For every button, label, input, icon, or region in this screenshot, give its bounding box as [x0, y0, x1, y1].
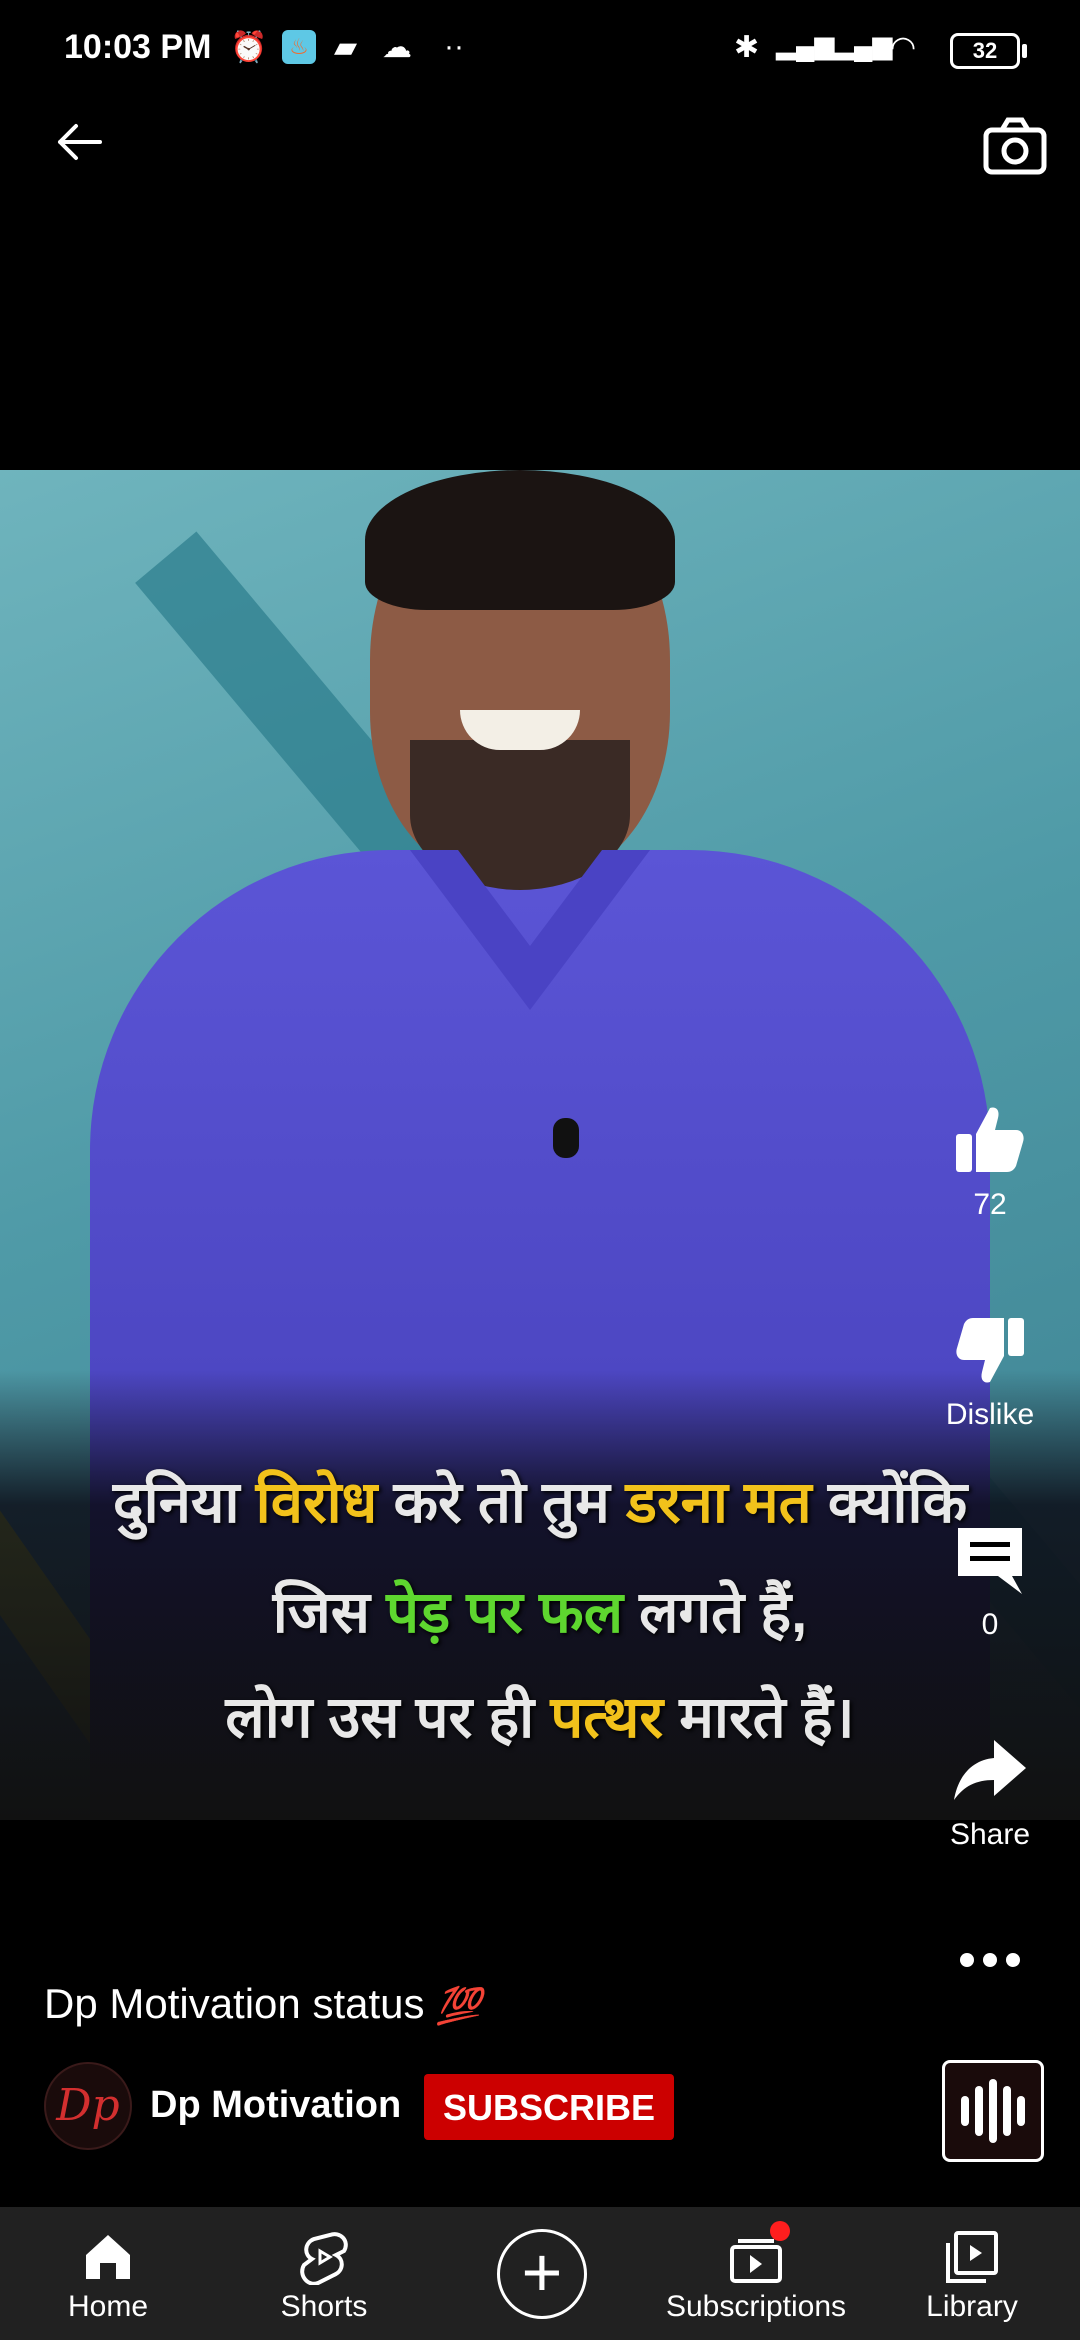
nav-shorts[interactable]: Shorts	[216, 2207, 432, 2340]
comments-button[interactable]: 0	[930, 1520, 1050, 1642]
nav-home[interactable]: Home	[0, 2207, 216, 2340]
back-arrow-icon	[58, 124, 102, 160]
app-notification-icon: ♨	[282, 30, 316, 64]
alarm-icon: ⏰	[230, 31, 268, 64]
wifi-icon: ◠	[890, 31, 917, 64]
signal-icon: ▂▄▆	[776, 30, 835, 60]
camera-icon	[983, 117, 1047, 175]
signal-roaming-icon: ▂▄▆	[834, 30, 893, 60]
channel-name[interactable]: Dp Motivation	[150, 2084, 401, 2127]
sound-wave-icon	[961, 2096, 969, 2126]
share-label: Share	[949, 1818, 1031, 1851]
camera-button[interactable]	[980, 112, 1050, 182]
library-icon	[946, 2231, 998, 2283]
back-button[interactable]	[50, 112, 110, 172]
bluetooth-icon: ✱	[734, 31, 760, 64]
status-bar: 10:03 PM ⏰ ♨ ▰ ☁ ·· ✱ ▂▄▆ ▂▄▆ ◠ 32	[0, 0, 1080, 100]
like-button[interactable]: 72	[930, 1100, 1050, 1222]
video-title[interactable]: Dp Motivation status 💯	[44, 1980, 481, 2028]
comment-count: 0	[981, 1608, 999, 1641]
like-count: 72	[973, 1188, 1007, 1221]
share-arrow-icon	[954, 1740, 1026, 1800]
plus-icon: +	[521, 2233, 563, 2311]
nav-home-label: Home	[67, 2290, 149, 2323]
nav-library[interactable]: Library	[864, 2207, 1080, 2340]
thumbs-down-icon	[956, 1318, 1024, 1383]
more-dots-icon: ··	[444, 30, 464, 63]
more-options-button[interactable]	[955, 1940, 1025, 1980]
caption-line-3: लोग उस पर ही पत्थर मारते हैं।	[225, 1685, 855, 1750]
nav-subscriptions-label: Subscriptions	[665, 2290, 847, 2323]
nav-library-label: Library	[926, 2290, 1018, 2323]
home-icon	[86, 2235, 130, 2279]
thumbs-up-icon	[956, 1107, 1024, 1172]
video-player[interactable]: दुनिया विरोध करे तो तुम डरना मत क्योंकि …	[0, 470, 1080, 1820]
cloud-icon: ☁	[382, 31, 412, 64]
comment-icon	[958, 1528, 1022, 1594]
notification-dot	[770, 2221, 790, 2241]
audio-sound-button[interactable]	[942, 2060, 1044, 2162]
caption-line-1: दुनिया विरोध करे तो तुम डरना मत क्योंकि	[112, 1470, 968, 1535]
subscribe-button[interactable]: SUBSCRIBE	[424, 2074, 674, 2140]
dislike-label: Dislike	[945, 1398, 1035, 1431]
hundred-points-emoji: 💯	[436, 1985, 482, 2026]
more-horizontal-icon	[960, 1953, 1020, 1967]
message-icon: ▰	[334, 31, 358, 64]
share-button[interactable]: Share	[930, 1730, 1050, 1852]
lapel-mic	[553, 1118, 579, 1158]
shorts-icon	[300, 2232, 348, 2286]
person-hair	[365, 470, 675, 610]
nav-shorts-label: Shorts	[280, 2290, 368, 2323]
battery-indicator: 32	[950, 33, 1027, 69]
dislike-button[interactable]: Dislike	[930, 1310, 1050, 1432]
caption-line-2: जिस पेड़ पर फल लगते हैं,	[272, 1580, 808, 1645]
nav-subscriptions[interactable]: Subscriptions	[648, 2207, 864, 2340]
status-time: 10:03 PM	[64, 28, 212, 66]
create-button[interactable]: +	[497, 2229, 587, 2319]
channel-avatar[interactable]: Dp	[44, 2062, 132, 2150]
